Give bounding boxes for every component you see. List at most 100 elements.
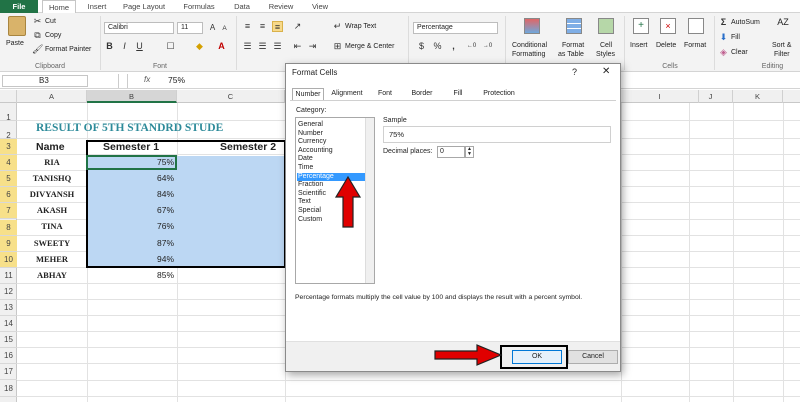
row-header[interactable]: 10 bbox=[0, 251, 17, 268]
row-header[interactable]: 3 bbox=[0, 139, 17, 155]
dialog-tab-fill[interactable]: Fill bbox=[446, 88, 470, 100]
row-header[interactable]: 7 bbox=[0, 203, 17, 220]
format-cells-button[interactable]: Format bbox=[684, 42, 706, 49]
clear-button[interactable]: Clear bbox=[731, 49, 748, 56]
student-name[interactable]: TINA bbox=[17, 221, 87, 231]
decimal-spinner[interactable]: ▲ ▼ bbox=[465, 146, 474, 158]
paste-button[interactable]: Paste bbox=[6, 40, 24, 47]
dialog-tab-number[interactable]: Number bbox=[292, 88, 324, 100]
category-item[interactable]: Accounting bbox=[297, 147, 365, 156]
name-box[interactable]: B3 bbox=[2, 75, 88, 87]
category-item[interactable]: Currency bbox=[297, 138, 365, 147]
category-item[interactable]: Time bbox=[297, 164, 365, 173]
category-item[interactable]: General bbox=[297, 121, 365, 130]
row-header[interactable]: 12 bbox=[0, 284, 17, 300]
insert-cells-button[interactable]: Insert bbox=[630, 42, 648, 49]
row-header[interactable]: 1 bbox=[0, 103, 17, 122]
category-item[interactable]: Date bbox=[297, 155, 365, 164]
student-name[interactable]: AKASH bbox=[17, 205, 87, 215]
cut-button[interactable]: Cut bbox=[45, 18, 56, 25]
dialog-tab-font[interactable]: Font bbox=[372, 88, 398, 100]
column-header-b[interactable]: B bbox=[87, 90, 177, 103]
row-header[interactable]: 6 bbox=[0, 187, 17, 204]
italic-icon[interactable]: I bbox=[119, 41, 130, 52]
fill-button[interactable]: Fill bbox=[731, 34, 740, 41]
row-header[interactable]: 2 bbox=[0, 121, 17, 140]
semester-1-value[interactable]: 76% bbox=[87, 221, 174, 231]
column-header-k[interactable]: K bbox=[733, 90, 783, 103]
cell-styles-label-2[interactable]: Styles bbox=[596, 51, 615, 58]
dialog-tab-alignment[interactable]: Alignment bbox=[328, 88, 366, 100]
row-header[interactable]: 4 bbox=[0, 155, 17, 172]
semester-1-value[interactable]: 84% bbox=[87, 189, 174, 199]
decrease-indent-icon[interactable]: ⇤ bbox=[292, 41, 303, 52]
number-format-combo[interactable]: Percentage bbox=[413, 22, 498, 34]
autosum-button[interactable]: AutoSum bbox=[731, 19, 760, 26]
tab-review[interactable]: Review bbox=[264, 0, 298, 13]
row-header[interactable]: 5 bbox=[0, 171, 17, 188]
column-header-a[interactable]: A bbox=[17, 90, 87, 103]
insert-function-icon[interactable]: fx bbox=[144, 75, 150, 84]
delete-cells-button[interactable]: Delete bbox=[656, 42, 676, 49]
delete-cells-icon[interactable]: × bbox=[660, 18, 676, 34]
format-cells-icon[interactable] bbox=[688, 18, 704, 34]
student-name[interactable]: RIA bbox=[17, 157, 87, 167]
increase-decimal-icon[interactable]: ←0 bbox=[466, 41, 477, 52]
student-name[interactable]: DIVYANSH bbox=[17, 189, 87, 199]
dialog-tab-protection[interactable]: Protection bbox=[476, 88, 522, 100]
font-name-combo[interactable]: Calibri bbox=[104, 22, 174, 34]
currency-icon[interactable]: $ bbox=[416, 41, 427, 52]
column-header-i[interactable]: I bbox=[621, 90, 699, 103]
align-right-icon[interactable]: ☰ bbox=[272, 41, 283, 52]
row-header[interactable]: 8 bbox=[0, 219, 17, 236]
dialog-tab-border[interactable]: Border bbox=[406, 88, 438, 100]
semester-1-value[interactable]: 75% bbox=[87, 157, 174, 167]
column-header-j[interactable]: J bbox=[689, 90, 733, 103]
align-middle-icon[interactable]: ≡ bbox=[257, 21, 268, 32]
conditional-formatting-icon[interactable] bbox=[524, 18, 540, 34]
format-as-table-label-2[interactable]: as Table bbox=[558, 51, 584, 58]
close-icon[interactable]: ✕ bbox=[602, 66, 610, 77]
row-header[interactable]: 13 bbox=[0, 300, 17, 316]
align-left-icon[interactable]: ☰ bbox=[242, 41, 253, 52]
decrease-decimal-icon[interactable]: →0 bbox=[482, 41, 493, 52]
format-as-table-label[interactable]: Format bbox=[562, 42, 584, 49]
orientation-icon[interactable]: ↗ bbox=[292, 21, 303, 32]
select-all-corner[interactable] bbox=[0, 90, 17, 103]
paste-icon[interactable] bbox=[8, 16, 26, 36]
tab-data[interactable]: Data bbox=[228, 0, 256, 13]
font-color-icon[interactable]: A bbox=[216, 41, 227, 52]
align-bottom-icon[interactable]: ≡ bbox=[272, 21, 283, 32]
decimal-places-input[interactable]: 0 bbox=[437, 146, 465, 158]
bold-icon[interactable]: B bbox=[104, 41, 115, 52]
row-header[interactable]: 11 bbox=[0, 268, 17, 284]
student-name[interactable]: ABHAY bbox=[17, 270, 87, 280]
row-header[interactable]: 15 bbox=[0, 332, 17, 349]
tab-file[interactable]: File bbox=[0, 0, 38, 13]
row-header[interactable]: 9 bbox=[0, 235, 17, 252]
shrink-font-icon[interactable]: A bbox=[219, 23, 230, 34]
tab-home[interactable]: Home bbox=[42, 0, 76, 14]
tab-page-layout[interactable]: Page Layout bbox=[118, 0, 170, 13]
tab-insert[interactable]: Insert bbox=[80, 0, 114, 13]
conditional-formatting-label[interactable]: Conditional bbox=[512, 42, 547, 49]
formula-input[interactable]: 75% bbox=[168, 75, 185, 85]
semester-1-value[interactable]: 87% bbox=[87, 238, 174, 248]
format-as-table-icon[interactable] bbox=[566, 18, 582, 34]
ok-button[interactable]: OK bbox=[512, 350, 562, 364]
semester-1-value[interactable]: 64% bbox=[87, 173, 174, 183]
help-icon[interactable]: ? bbox=[572, 67, 577, 77]
align-center-icon[interactable]: ☰ bbox=[257, 41, 268, 52]
cancel-button[interactable]: Cancel bbox=[568, 350, 618, 364]
row-header[interactable]: 14 bbox=[0, 316, 17, 333]
align-top-icon[interactable]: ≡ bbox=[242, 21, 253, 32]
insert-cells-icon[interactable]: + bbox=[633, 18, 649, 34]
column-header-c[interactable]: C bbox=[177, 90, 285, 103]
semester-1-value[interactable]: 85% bbox=[87, 270, 174, 280]
borders-icon[interactable]: ☐ bbox=[165, 41, 176, 52]
row-header[interactable]: 16 bbox=[0, 348, 17, 365]
sort-filter-icon[interactable]: AZ bbox=[776, 18, 790, 34]
semester-1-value[interactable]: 67% bbox=[87, 205, 174, 215]
tab-view[interactable]: View bbox=[306, 0, 334, 13]
category-item[interactable]: Number bbox=[297, 130, 365, 139]
